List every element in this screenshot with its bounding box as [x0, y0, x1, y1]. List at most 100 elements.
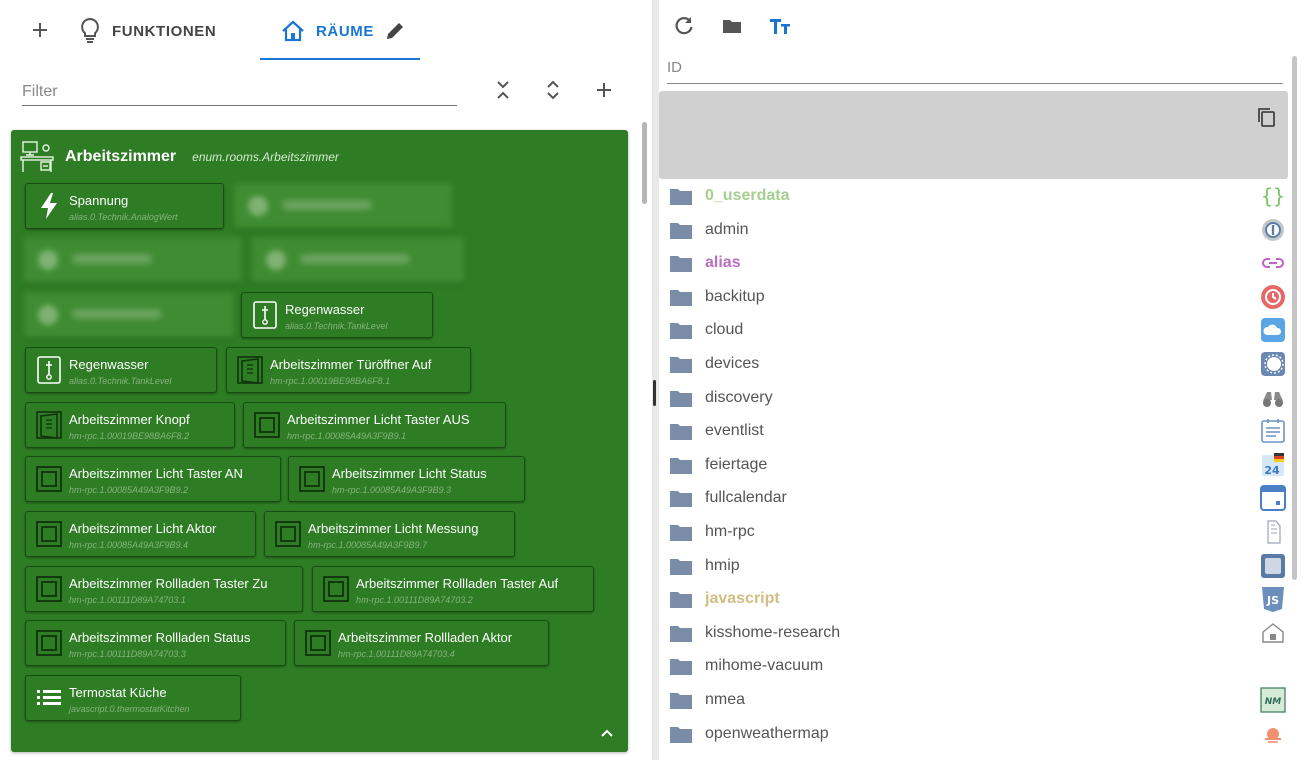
device-card[interactable]: Arbeitszimmer Rollladen Status hm-rpc.1.…	[25, 620, 286, 666]
text-size-button[interactable]	[768, 14, 792, 38]
home-icon	[282, 20, 304, 42]
device-card[interactable]: Arbeitszimmer Rollladen Taster Auf hm-rp…	[312, 566, 594, 612]
device-card[interactable]: Arbeitszimmer Licht Taster AUS hm-rpc.1.…	[243, 402, 506, 448]
tree-row-discovery[interactable]: discovery	[659, 381, 1289, 414]
folder-icon	[669, 522, 693, 542]
device-card[interactable]: Arbeitszimmer Rollladen Taster Zu hm-rpc…	[25, 566, 303, 612]
card-name: Arbeitszimmer Licht Status	[332, 466, 487, 481]
tree-item-label: cloud	[705, 321, 744, 339]
pencil-icon[interactable]	[384, 20, 406, 42]
device-card[interactable]: Arbeitszimmer Knopf hm-rpc.1.00019BE98BA…	[25, 402, 235, 448]
folder-icon	[669, 421, 693, 441]
card-name: Arbeitszimmer Knopf	[69, 412, 190, 427]
room-title: Arbeitszimmer	[65, 148, 177, 165]
id-field[interactable]: ID	[667, 52, 1283, 84]
tree-row-devices[interactable]: devices	[659, 347, 1289, 380]
refresh-icon	[675, 17, 693, 35]
tree-row-nmea[interactable]: nmea NM	[659, 683, 1289, 716]
device-card[interactable]: Arbeitszimmer Licht Status hm-rpc.1.0008…	[288, 456, 525, 502]
tree-row-fullcalendar[interactable]: fullcalendar	[659, 481, 1289, 514]
folder-icon	[669, 656, 693, 676]
fullcalendar-icon	[1259, 484, 1287, 512]
left-pane: FUNKTIONEN RÄUME Filter Arbeitszimmer en…	[0, 0, 652, 760]
device-card[interactable]: Spannung alias.0.Technik.AnalogWert	[25, 183, 224, 229]
app-root: FUNKTIONEN RÄUME Filter Arbeitszimmer en…	[0, 0, 1304, 760]
add-room-button[interactable]	[592, 78, 616, 102]
tree-item-label: 0_userdata	[705, 187, 790, 204]
tree-row-hm-rpc[interactable]: hm-rpc	[659, 515, 1289, 548]
blurred-device-card	[233, 183, 453, 229]
tree-item-label: javascript	[705, 590, 780, 608]
folder-icon	[669, 320, 693, 340]
card-name: Arbeitszimmer Licht Taster AN	[69, 466, 243, 481]
tree-row-0_userdata[interactable]: 0_userdata {}	[659, 179, 1289, 212]
device-card[interactable]: Arbeitszimmer Licht Messung hm-rpc.1.000…	[264, 511, 515, 557]
divider-handle[interactable]	[653, 380, 656, 406]
device-card[interactable]: Arbeitszimmer Türöffner Auf hm-rpc.1.000…	[226, 347, 471, 393]
right-scrollbar[interactable]	[1292, 56, 1297, 580]
device-card[interactable]: Regenwasser alias.0.Technik.TankLevel	[25, 347, 217, 393]
tab-functions-label: FUNKTIONEN	[112, 22, 217, 40]
tree-row-mihome-vacuum[interactable]: mihome-vacuum	[659, 649, 1289, 682]
refresh-button[interactable]	[672, 14, 696, 38]
tree-row-alias[interactable]: alias	[659, 246, 1289, 279]
card-name: Arbeitszimmer Licht Messung	[308, 521, 479, 536]
tree-item-label: admin	[705, 220, 749, 238]
card-name: Spannung	[69, 193, 129, 208]
wall-switch-icon	[34, 519, 64, 549]
room-panel: Arbeitszimmer enum.rooms.Arbeitszimmer S…	[11, 130, 628, 752]
expand-all-button[interactable]	[541, 78, 565, 102]
tree-item-label: nmea	[705, 691, 746, 708]
filter-input[interactable]	[22, 78, 457, 106]
card-name: Arbeitszimmer Licht Taster AUS	[287, 412, 470, 427]
tab-rooms[interactable]: RÄUME	[280, 14, 406, 48]
id-label: ID	[667, 59, 682, 76]
tree-item-label: eventlist	[705, 422, 764, 440]
tree-row-admin[interactable]: admin	[659, 213, 1289, 246]
wall-switch-icon	[34, 464, 64, 494]
tab-functions[interactable]: FUNKTIONEN	[78, 14, 216, 48]
tree-row-cloud[interactable]: cloud	[659, 313, 1289, 346]
copy-button[interactable]	[1255, 106, 1277, 128]
room-header: Arbeitszimmer enum.rooms.Arbeitszimmer	[19, 138, 339, 176]
tank-level-icon	[34, 355, 64, 385]
add-tab-button[interactable]	[28, 18, 52, 42]
tree-item-label: fullcalendar	[705, 489, 787, 507]
device-card[interactable]: Arbeitszimmer Licht Aktor hm-rpc.1.00085…	[25, 511, 256, 557]
tree-row-eventlist[interactable]: eventlist	[659, 414, 1289, 447]
svg-text:NM: NM	[1265, 697, 1282, 707]
tank-level-icon	[250, 300, 280, 330]
object-detail-box	[659, 91, 1288, 179]
wall-switch-icon	[273, 519, 303, 549]
tree-item-label: devices	[705, 355, 760, 372]
tree-row-javascript[interactable]: javascript JS	[659, 582, 1289, 615]
curly-braces-icon: {}	[1259, 182, 1287, 210]
collapse-all-button[interactable]	[491, 78, 515, 102]
card-name: Arbeitszimmer Licht Aktor	[69, 521, 217, 536]
folder-icon	[669, 556, 693, 576]
folder-button[interactable]	[720, 14, 744, 38]
card-name: Arbeitszimmer Rollladen Aktor	[338, 630, 513, 645]
tree-row-kisshome-research[interactable]: kisshome-research	[659, 616, 1289, 649]
device-card[interactable]: Arbeitszimmer Rollladen Aktor hm-rpc.1.0…	[294, 620, 549, 666]
tree-row-hmip[interactable]: hmip	[659, 549, 1289, 582]
card-id: hm-rpc.1.00111D89A74703.1	[69, 595, 186, 605]
room-collapse-button[interactable]	[598, 724, 616, 742]
device-card[interactable]: Termostat Küche javascript.0.thermostatK…	[25, 675, 241, 721]
tree-row-backitup[interactable]: backitup	[659, 280, 1289, 313]
blurred-device-card	[251, 237, 465, 283]
plus-icon	[597, 83, 611, 97]
tree-row-feiertage[interactable]: feiertage 24	[659, 448, 1289, 481]
device-card[interactable]: Regenwasser alias.0.Technik.TankLevel	[241, 292, 433, 338]
card-name: Arbeitszimmer Türöffner Auf	[270, 357, 432, 372]
wall-switch-icon	[297, 464, 327, 494]
card-name: Regenwasser	[285, 302, 365, 317]
svg-text:JS: JS	[1266, 594, 1279, 607]
wall-switch-icon	[303, 628, 333, 658]
folder-icon	[669, 455, 693, 475]
left-scrollbar[interactable]	[642, 122, 647, 204]
tree-item-label: openweathermap	[705, 724, 829, 742]
tree-row-openweathermap[interactable]: openweathermap	[659, 717, 1289, 750]
device-card[interactable]: Arbeitszimmer Licht Taster AN hm-rpc.1.0…	[25, 456, 281, 502]
wall-switch-icon	[34, 574, 64, 604]
